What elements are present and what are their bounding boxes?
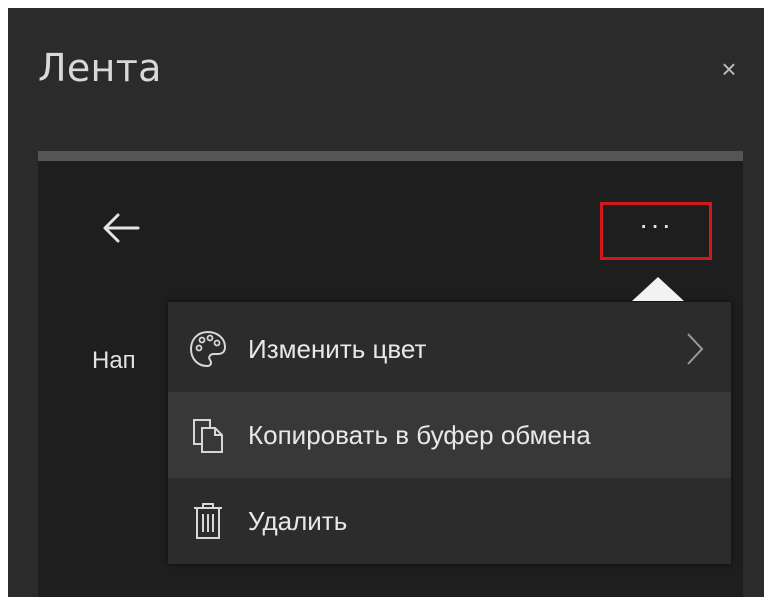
arrow-left-icon	[103, 213, 140, 243]
menu-item-label: Изменить цвет	[248, 334, 427, 364]
close-icon: ×	[721, 54, 737, 84]
note-preview-text[interactable]: Нап	[92, 347, 162, 375]
palette-icon	[189, 330, 227, 368]
back-button[interactable]	[96, 207, 146, 249]
more-horizontal-icon: ···	[639, 209, 673, 240]
panel-title: Лента	[38, 46, 162, 90]
trash-icon	[194, 503, 222, 539]
close-button[interactable]: ×	[712, 52, 746, 86]
feed-panel: Лента × ··· Нап Изменить цвет Копировать…	[8, 8, 764, 597]
menu-item-label: Удалить	[248, 506, 348, 536]
menu-item-label: Копировать в буфер обмена	[248, 420, 591, 450]
copy-icon	[193, 419, 223, 453]
chevron-right-icon	[687, 333, 704, 365]
menu-item-copy-to-clipboard[interactable]: Копировать в буфер обмена	[168, 392, 731, 478]
menu-pointer	[632, 277, 684, 301]
menu-item-delete[interactable]: Удалить	[168, 478, 731, 564]
more-options-button[interactable]: ···	[600, 202, 712, 260]
menu-item-change-color[interactable]: Изменить цвет	[168, 306, 731, 392]
context-menu: Изменить цвет Копировать в буфер обмена …	[168, 302, 731, 564]
